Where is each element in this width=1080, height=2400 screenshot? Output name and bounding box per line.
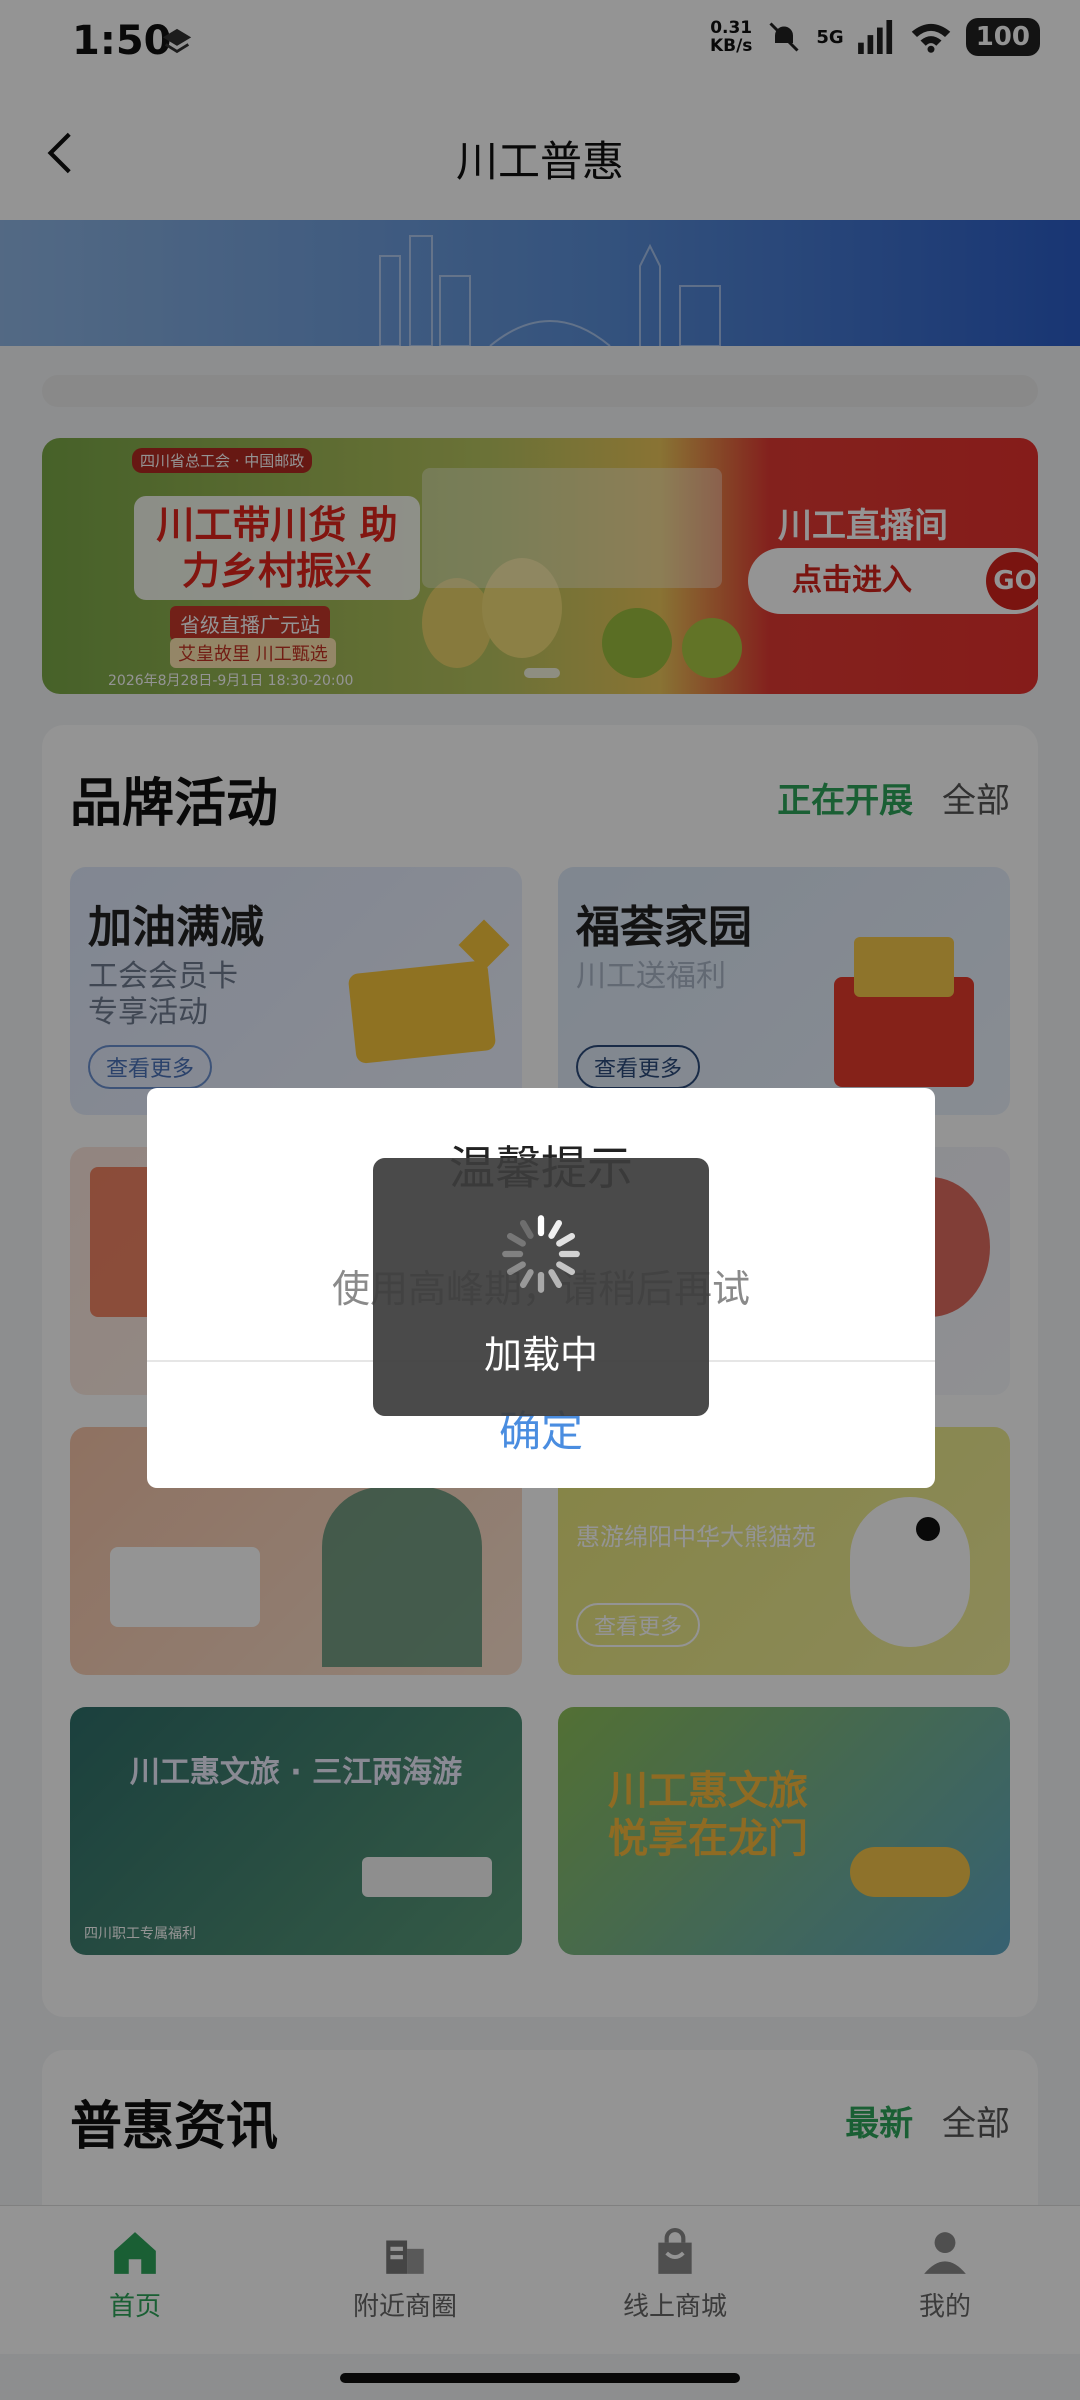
loading-toast: 加载中 — [373, 1158, 709, 1416]
toast-text: 加载中 — [483, 1333, 598, 1377]
loading-spinner-icon — [502, 1215, 580, 1293]
